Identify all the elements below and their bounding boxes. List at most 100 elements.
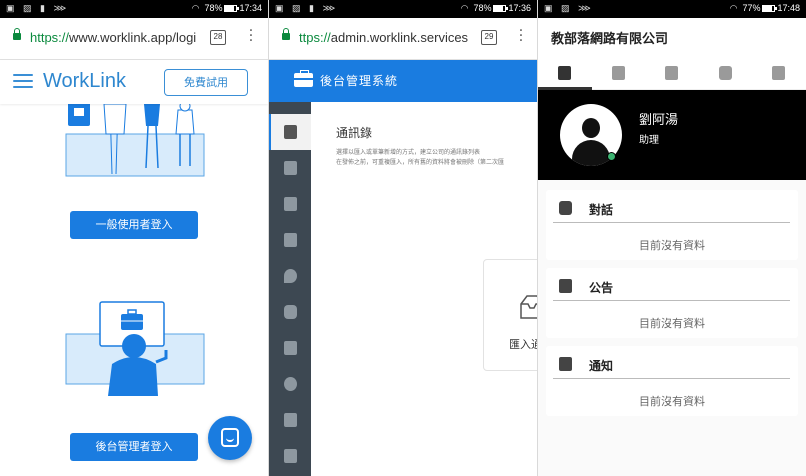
status-notification-icons: ▣ ▨ ⋙ [544, 3, 594, 13]
document-icon [284, 161, 297, 175]
status-time: 17:48 [777, 3, 800, 13]
sidebar-item-c[interactable] [269, 438, 311, 474]
status-right: ◠ 78% 17:36 [461, 3, 531, 14]
sidebar-item-contacts[interactable] [269, 114, 311, 150]
briefcase-icon [294, 70, 313, 87]
home-icon [558, 66, 571, 80]
sidebar-item-clock[interactable] [269, 294, 311, 330]
online-status-dot [607, 152, 616, 161]
document-icon [665, 66, 678, 80]
import-box-icon [520, 295, 537, 319]
location-icon [284, 269, 297, 283]
card-title: 公告 [589, 281, 614, 295]
admin-title: 後台管理系統 [320, 74, 399, 88]
status-notification-icons: ▣ ▨ ▮ ⋙ [6, 3, 70, 13]
battery-icon [493, 5, 509, 13]
checklist-icon [284, 233, 297, 247]
admin-login-button[interactable]: 後台管理者登入 [70, 433, 198, 461]
contacts-icon [612, 66, 625, 80]
tab-apps[interactable] [752, 58, 806, 90]
chat-bubble-icon [221, 428, 239, 447]
status-bar: ▣ ▨ ▮ ⋙ ◠ 78% 17:36 [269, 0, 537, 18]
mail-icon [559, 357, 572, 371]
tab-documents[interactable] [645, 58, 699, 90]
url-field[interactable]: https://www.worklink.app/logi [30, 30, 198, 45]
tab-home[interactable] [538, 58, 592, 90]
tab-switcher-button[interactable]: 29 [481, 30, 497, 45]
sidebar-item-cloud[interactable] [269, 186, 311, 222]
browser-menu-button[interactable]: · · · [518, 24, 524, 48]
tab-contacts[interactable] [592, 58, 646, 90]
battery-percent: 77% [742, 3, 761, 13]
url-text: www.worklink.app/logi [69, 30, 197, 45]
screenshot-collage: ▣ ▨ ▮ ⋙ ◠ 78% 17:34 https://www.worklink.a… [0, 0, 806, 476]
panel-admin-system: ▣ ▨ ▮ ⋙ ◠ 78% 17:36 ttps://admin.worklink.… [269, 0, 537, 476]
app-tab-bar [538, 58, 806, 90]
sidebar-item-location[interactable] [269, 258, 311, 294]
card-conversations[interactable]: 對話 目前沒有資料 [546, 190, 798, 260]
admin-sidebar [269, 102, 311, 476]
company-name: 教部落網路有限公司 [551, 32, 669, 47]
status-time: 17:34 [239, 3, 262, 13]
battery-percent: 78% [473, 3, 492, 13]
contacts-icon [284, 125, 297, 139]
worklink-logo[interactable]: WorkLink [43, 70, 126, 93]
admin-illustration [65, 301, 205, 396]
clock-icon [284, 305, 297, 319]
card-announcements[interactable]: 公告 目前沒有資料 [546, 268, 798, 338]
sidebar-item-checklist[interactable] [269, 222, 311, 258]
page-title: 通訊錄 [336, 126, 373, 140]
chat-icon [719, 66, 732, 80]
free-trial-button[interactable]: 免費試用 [164, 69, 248, 96]
url-field[interactable]: ttps://admin.worklink.services [299, 30, 469, 45]
sidebar-item-report[interactable] [269, 402, 311, 438]
lock-icon [13, 28, 21, 40]
admin-header: 後台管理系統 [269, 60, 537, 102]
card-title: 通知 [589, 359, 614, 373]
sidebar-item-documents[interactable] [269, 150, 311, 186]
status-notification-icons: ▣ ▨ ▮ ⋙ [275, 3, 339, 13]
hamburger-menu-icon[interactable] [13, 74, 33, 88]
sidebar-item-building[interactable] [269, 330, 311, 366]
tab-switcher-button[interactable]: 28 [210, 30, 226, 45]
battery-percent: 78% [204, 3, 223, 13]
card-title: 對話 [589, 203, 614, 217]
worklink-header: WorkLink 免費試用 [0, 60, 268, 104]
browser-menu-button[interactable]: · · · [248, 24, 254, 48]
url-text: admin.worklink.services [330, 30, 469, 45]
apps-icon [772, 66, 785, 80]
building-icon [284, 341, 297, 355]
c-icon [284, 449, 297, 463]
card-notifications[interactable]: 通知 目前沒有資料 [546, 346, 798, 416]
tab-chat[interactable] [699, 58, 753, 90]
user-login-button[interactable]: 一般使用者登入 [70, 211, 198, 239]
gear-icon [284, 377, 297, 391]
empty-state-text: 目前沒有資料 [639, 239, 705, 252]
import-contacts-card[interactable]: 匯入通 [483, 259, 537, 371]
profile-name: 劉阿湯 [639, 113, 679, 128]
url-scheme: ttps:// [299, 30, 331, 45]
company-header: 教部落網路有限公司 [538, 18, 806, 58]
page-description: 選擇以匯入或單筆新增的方式，建立公司的通訊錄列表 在發佈之前，可重複匯入，所有舊… [336, 148, 504, 168]
panel-mobile-app: ▣ ▨ ⋙ ◠ 77% 17:48 教部落網路有限公司 劉阿湯 助理 對話 目前沒有… [538, 0, 806, 476]
sidebar-item-settings[interactable] [269, 366, 311, 402]
empty-state-text: 目前沒有資料 [639, 317, 705, 330]
status-bar: ▣ ▨ ▮ ⋙ ◠ 78% 17:34 [0, 0, 268, 18]
profile-banner: 劉阿湯 助理 [538, 90, 806, 180]
battery-icon [224, 5, 240, 13]
description-line-2: 在發佈之前，可重複匯入，所有舊的資料將會被刪除（第二次匯 [336, 159, 505, 166]
wifi-icon: ◠ [729, 3, 738, 13]
wifi-icon: ◠ [460, 3, 469, 13]
chat-icon [559, 201, 572, 215]
wifi-icon: ◠ [191, 3, 200, 13]
url-scheme: https:// [30, 30, 70, 45]
battery-icon [762, 5, 778, 13]
status-right: ◠ 78% 17:34 [192, 3, 262, 14]
team-illustration [65, 104, 205, 177]
status-bar: ▣ ▨ ⋙ ◠ 77% 17:48 [538, 0, 806, 18]
panel-worklink-login: ▣ ▨ ▮ ⋙ ◠ 78% 17:34 https://www.worklink.a… [0, 0, 268, 476]
empty-state-text: 目前沒有資料 [639, 395, 705, 408]
chat-fab-button[interactable] [208, 416, 252, 460]
browser-address-bar: https://www.worklink.app/logi 28 · · · [0, 18, 268, 60]
report-icon [284, 413, 297, 427]
